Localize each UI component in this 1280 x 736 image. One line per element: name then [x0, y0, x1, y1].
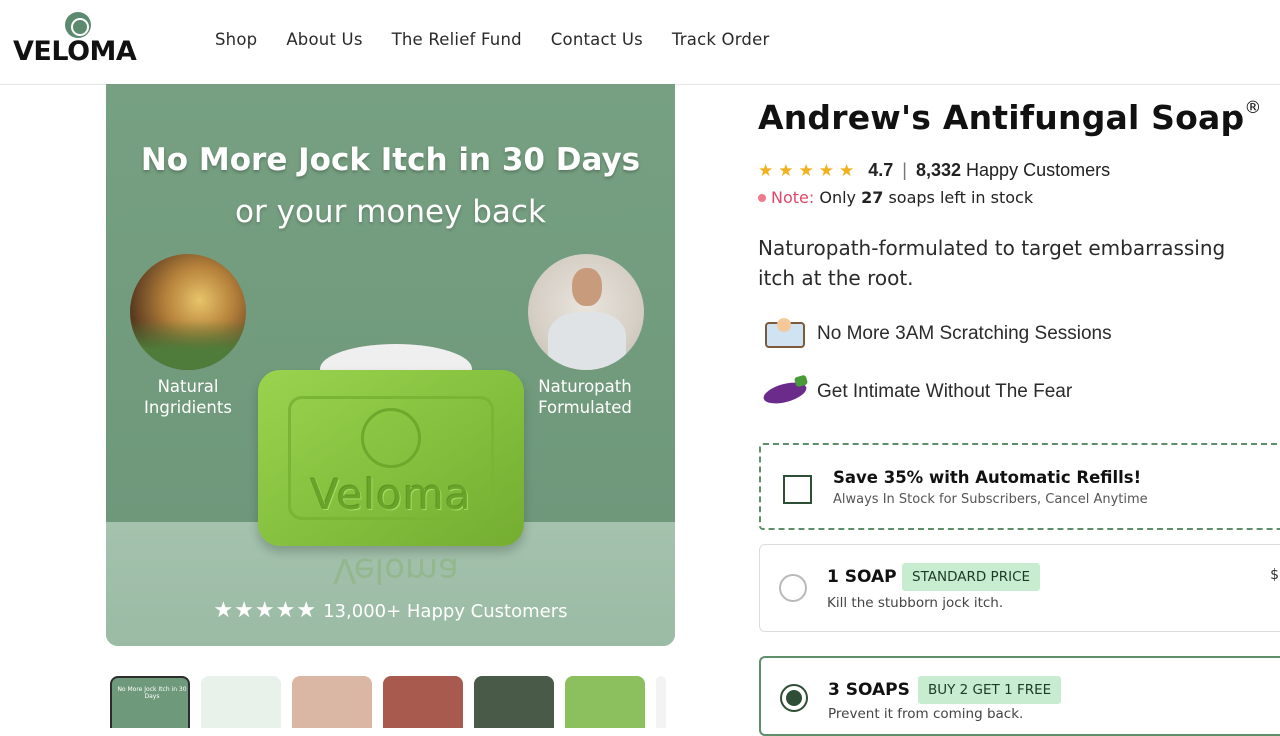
- thumbnail-strip: No More Jock Itch in 30 Days: [110, 676, 666, 728]
- thumbnail-1[interactable]: No More Jock Itch in 30 Days: [110, 676, 190, 728]
- hero-headline: No More Jock Itch in 30 Days: [140, 142, 641, 178]
- thumbnail-5[interactable]: [474, 676, 554, 728]
- nav-track-order[interactable]: Track Order: [672, 30, 770, 49]
- trademark-symbol: ®: [1244, 98, 1262, 118]
- logo-wordmark: VELOMA: [13, 36, 137, 67]
- site-header: VELOMA Shop About Us The Relief Fund Con…: [0, 0, 1280, 85]
- stock-note: Note: Only 27 soaps left in stock: [758, 188, 1033, 207]
- naturopath-formulated-label: Naturopath Formulated: [515, 376, 655, 418]
- natural-ingredients-label: Natural Ingridients: [118, 376, 258, 418]
- right-label-line2: Formulated: [538, 398, 632, 417]
- option-1-badge: STANDARD PRICE: [902, 563, 1041, 591]
- option-1-soap[interactable]: 1 SOAP STANDARD PRICE Kill the stubborn …: [759, 544, 1280, 632]
- benefit-intimate: Get Intimate Without The Fear: [761, 374, 1073, 410]
- option-1-radio[interactable]: [779, 574, 807, 602]
- benefit-1-text: No More 3AM Scratching Sessions: [817, 323, 1112, 344]
- hero-subheadline: or your money back: [235, 194, 546, 230]
- naturopath-portrait-image: [528, 254, 644, 370]
- natural-ingredients-image: [130, 254, 246, 370]
- benefit-2-text: Get Intimate Without The Fear: [817, 381, 1073, 402]
- thumbnail-1-caption: No More Jock Itch in 30 Days: [117, 686, 187, 700]
- product-main-image[interactable]: No More Jock Itch in 30 Days or your mon…: [106, 84, 675, 646]
- description-line-1: Naturopath-formulated to target embarras…: [758, 236, 1226, 260]
- note-label: Note:: [771, 188, 815, 207]
- option-1-title: 1 SOAP: [827, 567, 897, 587]
- nav-contact-us[interactable]: Contact Us: [551, 30, 643, 49]
- hero-stars-icon: ★★★★★: [213, 598, 318, 623]
- veloma-logo[interactable]: VELOMA: [13, 12, 145, 72]
- thumbnail-4[interactable]: [383, 676, 463, 728]
- thumbnail-6[interactable]: [565, 676, 645, 728]
- nav-relief-fund[interactable]: The Relief Fund: [392, 30, 522, 49]
- option-1-price-edge: $: [1270, 567, 1279, 583]
- option-3-radio[interactable]: [780, 684, 808, 712]
- description-line-2: itch at the root.: [758, 266, 914, 290]
- subscription-title: Save 35% with Automatic Refills!: [833, 468, 1142, 487]
- person-body: [548, 312, 626, 370]
- option-3-title: 3 SOAPS: [828, 680, 910, 700]
- product-description: Naturopath-formulated to target embarras…: [758, 233, 1280, 293]
- rating-separator: |: [902, 160, 907, 180]
- hero-rating: ★★★★★ 13,000+ Happy Customers: [106, 598, 675, 623]
- nav-shop[interactable]: Shop: [215, 30, 257, 49]
- subscription-checkbox[interactable]: [783, 475, 812, 504]
- option-3-soaps[interactable]: 3 SOAPS BUY 2 GET 1 FREE Prevent it from…: [759, 656, 1280, 736]
- product-title: Andrew's Antifungal Soap®: [758, 98, 1262, 137]
- thumbnail-7[interactable]: [656, 676, 666, 728]
- option-3-badge: BUY 2 GET 1 FREE: [918, 676, 1062, 704]
- stock-count: 27: [861, 188, 884, 207]
- note-prefix: Only: [819, 188, 857, 207]
- rating-stars-icon: ★★★★★: [758, 161, 860, 180]
- thumbnail-3[interactable]: [292, 676, 372, 728]
- right-label-line1: Naturopath: [538, 377, 632, 396]
- stock-dot-icon: [758, 194, 766, 202]
- soap-bar-image: Veloma: [258, 370, 524, 546]
- thumbnail-2[interactable]: [201, 676, 281, 728]
- subscription-option[interactable]: Save 35% with Automatic Refills! Always …: [759, 443, 1280, 530]
- rating-row[interactable]: ★★★★★ 4.7 | 8,332 Happy Customers: [758, 160, 1110, 181]
- benefit-scratching: No More 3AM Scratching Sessions: [763, 316, 1112, 352]
- subscription-subtitle: Always In Stock for Subscribers, Cancel …: [833, 492, 1148, 507]
- soap-emblem-icon: [361, 408, 421, 468]
- note-suffix: soaps left in stock: [888, 188, 1034, 207]
- rating-value: 4.7: [868, 160, 894, 180]
- soap-engraving: Veloma: [310, 470, 472, 519]
- person-head: [572, 268, 602, 306]
- sleeping-in-bed-icon: [763, 316, 807, 352]
- option-1-subtitle: Kill the stubborn jock itch.: [827, 595, 1004, 611]
- hero-rating-text: 13,000+ Happy Customers: [323, 601, 568, 622]
- main-nav: Shop About Us The Relief Fund Contact Us…: [215, 30, 798, 49]
- customers-count: 8,332: [915, 160, 962, 180]
- nav-about-us[interactable]: About Us: [286, 30, 362, 49]
- soap-reflection: Veloma: [333, 550, 459, 590]
- customers-label: Happy Customers: [966, 160, 1111, 180]
- left-label-line2: Ingridients: [144, 398, 232, 417]
- left-label-line1: Natural: [157, 377, 219, 396]
- product-title-text: Andrew's Antifungal Soap: [758, 98, 1245, 137]
- eggplant-icon: [761, 374, 809, 410]
- logo-emblem-icon: [65, 12, 91, 38]
